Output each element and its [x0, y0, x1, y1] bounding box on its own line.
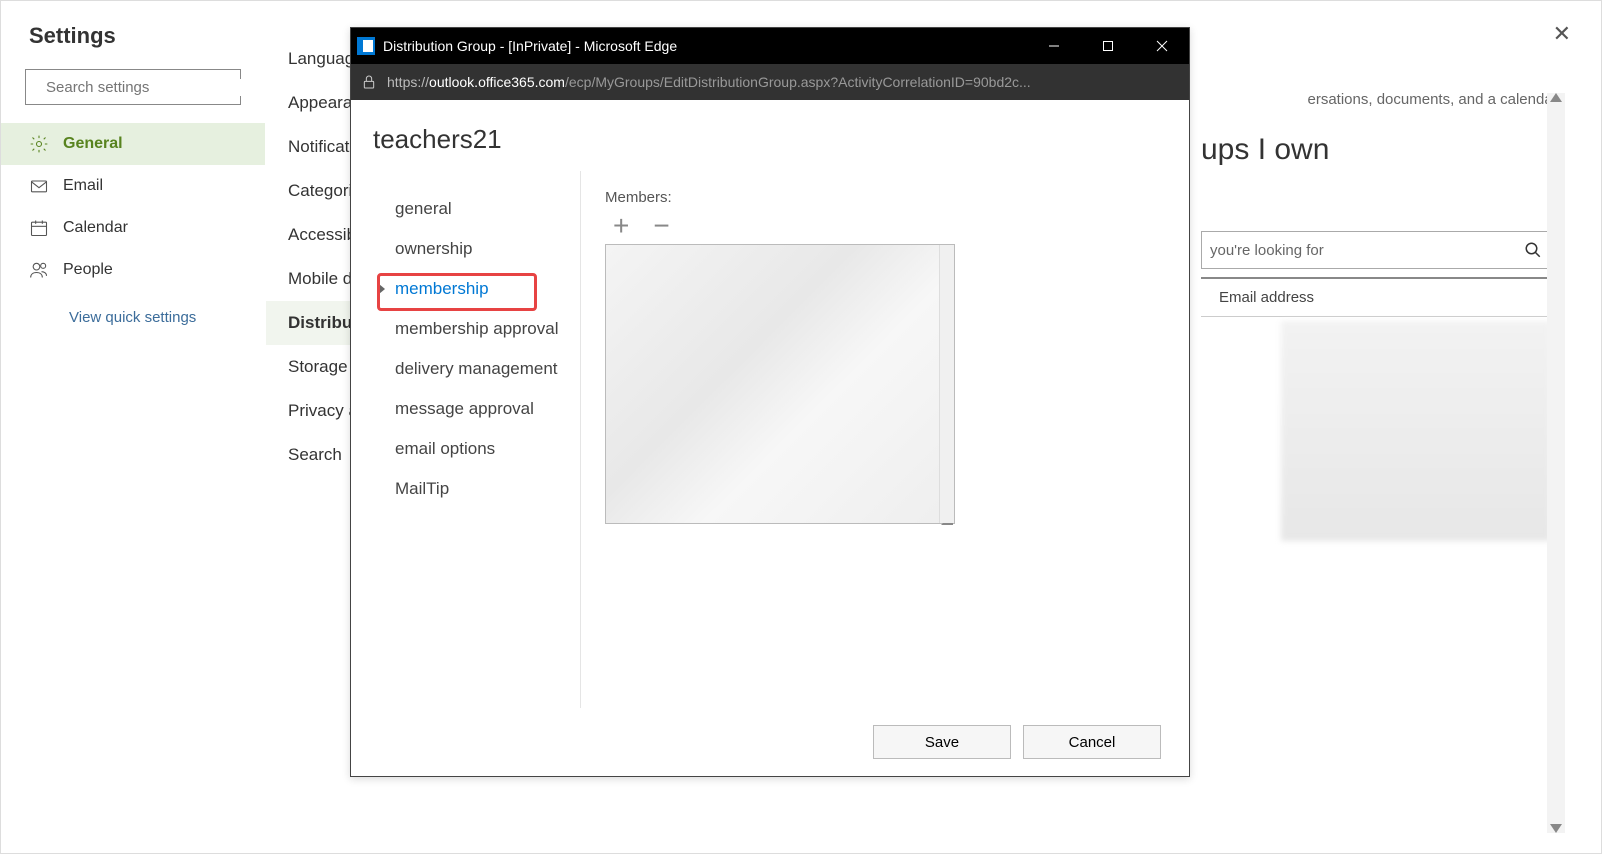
- tab-email-options[interactable]: email options: [367, 429, 580, 469]
- tab-membership[interactable]: membership: [367, 269, 580, 309]
- gear-icon: [29, 134, 49, 154]
- url-path: /ecp/MyGroups/EditDistributionGroup.aspx…: [565, 74, 1031, 90]
- page-title: Settings: [1, 23, 265, 49]
- tab-general[interactable]: general: [367, 189, 580, 229]
- lock-icon: [361, 74, 377, 90]
- tab-mailtip[interactable]: MailTip: [367, 469, 580, 509]
- members-label: Members:: [605, 189, 1165, 206]
- nav-email[interactable]: Email: [1, 165, 265, 207]
- panel-description-fragment: ersations, documents, and a calendar.: [1308, 91, 1562, 108]
- outlook-icon: [357, 37, 375, 55]
- nav-label: People: [63, 261, 113, 279]
- members-list[interactable]: [605, 244, 955, 524]
- mail-icon: [29, 176, 49, 196]
- close-icon[interactable]: ✕: [1553, 21, 1571, 47]
- url-scheme: https://: [387, 74, 429, 90]
- scrollbar[interactable]: [1547, 93, 1565, 833]
- view-quick-settings-link[interactable]: View quick settings: [1, 291, 265, 326]
- cancel-button[interactable]: Cancel: [1023, 725, 1161, 759]
- nav-label: General: [63, 135, 123, 153]
- close-button[interactable]: [1135, 28, 1189, 64]
- scrollbar-thumb[interactable]: [941, 247, 953, 367]
- resize-handle[interactable]: [941, 513, 953, 525]
- calendar-icon: [29, 218, 49, 238]
- minimize-button[interactable]: [1027, 28, 1081, 64]
- column-email: Email address: [1219, 289, 1314, 306]
- tab-message-approval[interactable]: message approval: [367, 389, 580, 429]
- search-icon[interactable]: [1524, 241, 1542, 259]
- maximize-button[interactable]: [1081, 28, 1135, 64]
- people-icon: [29, 260, 49, 280]
- nav-label: Email: [63, 177, 103, 195]
- search-input[interactable]: [46, 79, 245, 96]
- save-button[interactable]: Save: [873, 725, 1011, 759]
- blurred-content: [1281, 321, 1551, 541]
- window-title: Distribution Group - [InPrivate] - Micro…: [383, 38, 1027, 54]
- nav-label: Calendar: [63, 219, 128, 237]
- window-titlebar[interactable]: Distribution Group - [InPrivate] - Micro…: [351, 28, 1189, 64]
- nav-people[interactable]: People: [1, 249, 265, 291]
- settings-sidebar: Settings General Email Calendar People: [1, 1, 266, 853]
- groups-i-own-heading: ups I own: [1201, 133, 1329, 167]
- tab-ownership[interactable]: ownership: [367, 229, 580, 269]
- nav-general[interactable]: General: [1, 123, 265, 165]
- group-title: teachers21: [351, 100, 1189, 171]
- add-member-button[interactable]: +: [613, 216, 629, 236]
- address-bar[interactable]: https://outlook.office365.com/ecp/MyGrou…: [351, 64, 1189, 100]
- group-search-box[interactable]: you're looking for: [1201, 231, 1551, 269]
- tab-membership-approval[interactable]: membership approval: [367, 309, 580, 349]
- table-header: Email address: [1201, 277, 1551, 317]
- tab-delivery-management[interactable]: delivery management: [367, 349, 580, 389]
- edit-distribution-group-window: Distribution Group - [InPrivate] - Micro…: [350, 27, 1190, 777]
- search-placeholder-fragment: you're looking for: [1210, 242, 1324, 259]
- nav-calendar[interactable]: Calendar: [1, 207, 265, 249]
- search-settings-box[interactable]: [25, 69, 241, 105]
- popup-side-nav: general ownership membership membership …: [351, 171, 581, 708]
- url-host: outlook.office365.com: [429, 74, 565, 90]
- membership-pane: Members: + −: [581, 171, 1189, 708]
- remove-member-button[interactable]: −: [653, 216, 669, 236]
